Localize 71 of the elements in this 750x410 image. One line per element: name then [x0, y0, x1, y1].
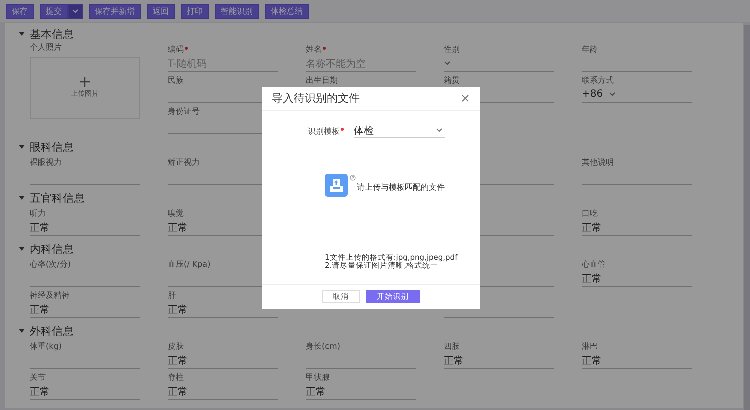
section-title: 内科信息: [30, 242, 74, 256]
input-field[interactable]: 正常: [582, 353, 692, 369]
field-label: 其他说明: [582, 158, 614, 168]
field-label: 口吃: [582, 209, 598, 219]
caret-icon: [72, 8, 79, 14]
field-label: 四肢: [444, 342, 460, 352]
dialog-title: 导入待识别的文件: [272, 91, 360, 106]
field-label: 嗅觉: [168, 209, 184, 219]
field-label: 体重(kg): [30, 342, 62, 352]
input-field[interactable]: 正常: [30, 384, 140, 400]
field-label: 籍贯: [444, 76, 460, 86]
field-label: 心率(次/分): [30, 260, 71, 270]
toolbar-button[interactable]: 体检总结: [265, 4, 309, 18]
section-title: 五官科信息: [30, 190, 85, 206]
collapse-icon[interactable]: [19, 246, 25, 252]
field-label: 矫正视力: [168, 158, 200, 168]
close-icon[interactable]: [462, 95, 469, 102]
field-label: 神经及精神: [30, 291, 70, 301]
upload-icon[interactable]: [325, 174, 348, 197]
input-field[interactable]: 正常: [168, 384, 278, 400]
upload-hint: 请上传与模板匹配的文件: [357, 182, 445, 193]
chevron-icon: [444, 61, 451, 66]
input-field[interactable]: 正常: [582, 271, 692, 287]
toolbar-button[interactable]: 智能识别: [215, 4, 259, 18]
plus-icon: [80, 77, 90, 87]
field-label: 身份证号: [168, 107, 200, 117]
input-field[interactable]: 正常: [444, 353, 554, 369]
section-title: 眼科信息: [30, 140, 74, 154]
chevron-icon: [436, 128, 443, 133]
field-label: 甲状腺: [306, 373, 330, 383]
field-label: 血压(/ Kpa): [168, 260, 211, 270]
field-label: 身长(cm): [306, 342, 340, 352]
field-label: 脊柱: [168, 373, 184, 383]
input-field[interactable]: 正常: [582, 220, 692, 236]
field-label: 心血管: [582, 260, 606, 270]
field-label: 出生日期: [306, 76, 338, 86]
submit-button[interactable]: 提交: [40, 4, 68, 18]
chevron-icon: [609, 92, 616, 97]
section-title: 外科信息: [30, 324, 74, 338]
select-field[interactable]: 体检: [354, 124, 445, 138]
collapse-icon[interactable]: [19, 31, 25, 37]
field-label: 裸眼视力: [30, 158, 62, 168]
field-label: 淋巴: [582, 342, 598, 352]
input-field[interactable]: 正常: [168, 353, 278, 369]
field-label: 听力: [30, 209, 46, 219]
field-label: 肝: [168, 291, 176, 301]
input-field[interactable]: 正常: [30, 302, 140, 318]
toolbar-button[interactable]: 保存: [6, 4, 34, 18]
dropdown-button[interactable]: [68, 4, 83, 18]
input-field[interactable]: 正常: [306, 384, 416, 400]
toolbar-button[interactable]: 保存并新增: [89, 4, 141, 18]
field-label: 个人照片: [30, 43, 63, 53]
collapse-icon[interactable]: [19, 144, 25, 150]
collapse-icon[interactable]: [19, 195, 25, 201]
field-label: 关节: [30, 373, 46, 383]
scrollbar[interactable]: [744, 25, 750, 410]
field-label: 编码: [168, 45, 184, 55]
toolbar-button[interactable]: 打印: [181, 4, 209, 18]
field-label: 皮肤: [168, 342, 184, 352]
field-label: 识别模板: [308, 126, 340, 136]
input-field[interactable]: 正常: [30, 220, 140, 236]
field-label: 姓名: [306, 45, 322, 55]
toolbar-button[interactable]: 返回: [147, 4, 175, 18]
field-label: 民族: [168, 76, 184, 86]
select-field[interactable]: +86: [582, 87, 692, 103]
field-label: 年龄: [582, 45, 598, 55]
field-label: 联系方式: [582, 76, 614, 86]
help-icon[interactable]: [350, 175, 356, 181]
section-title: 基本信息: [30, 26, 74, 42]
field-label: 性别: [444, 45, 460, 55]
collapse-icon[interactable]: [19, 328, 25, 334]
